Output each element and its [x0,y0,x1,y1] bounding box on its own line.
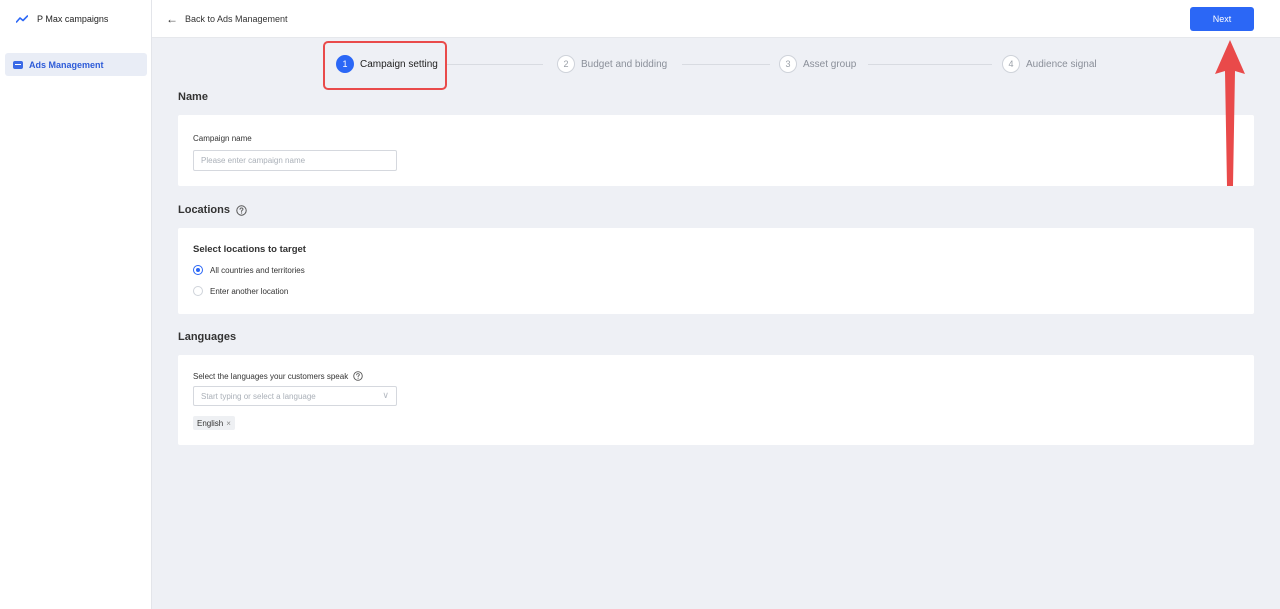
sidebar-item-label: Ads Management [29,59,104,70]
step-label: Audience signal [1026,58,1097,70]
radio-button[interactable] [193,286,203,296]
close-icon[interactable]: × [226,419,231,428]
languages-card: Select the languages your customers spea… [178,355,1254,445]
campaign-name-input[interactable] [193,150,397,171]
radio-all-countries[interactable]: All countries and territories [193,265,305,275]
section-title-text: Languages [178,331,237,343]
language-select-placeholder: Start typing or select a language [201,391,316,401]
radio-label: All countries and territories [210,265,305,275]
step-label: Asset group [803,58,857,70]
language-select[interactable]: Start typing or select a language ∨ [193,386,397,406]
radio-enter-another-location[interactable]: Enter another location [193,286,288,296]
sidebar: P Max campaigns Ads Management [0,0,152,609]
language-tag-english: English × [193,416,235,430]
step-label: Campaign setting [360,58,438,70]
step-connector [445,64,543,65]
step-budget-and-bidding[interactable]: 2 Budget and bidding [557,55,667,73]
trend-line-icon [16,15,28,23]
section-title-text: Locations [178,204,230,216]
next-button[interactable]: Next [1190,7,1254,31]
radio-label: Enter another location [210,286,289,296]
stepper: 1 Campaign setting 2 Budget and bidding … [152,38,1280,90]
step-campaign-setting[interactable]: 1 Campaign setting [336,55,438,73]
section-title-name: Name [178,91,208,103]
step-number: 4 [1002,55,1020,73]
step-asset-group[interactable]: 3 Asset group [779,55,856,73]
step-number: 1 [336,55,354,73]
sidebar-item-ads-management[interactable]: Ads Management [5,53,147,76]
back-link[interactable]: ← Back to Ads Management [166,0,288,38]
back-label: Back to Ads Management [185,14,288,24]
brand[interactable]: P Max campaigns [0,0,151,38]
chevron-down-icon: ∨ [382,390,389,400]
arrow-left-icon: ← [166,12,178,26]
languages-label-row: Select the languages your customers spea… [193,371,363,381]
section-title-locations: Locations [178,204,247,216]
locations-card: Select locations to target All countries… [178,228,1254,314]
section-title-languages: Languages [178,331,236,343]
step-label: Budget and bidding [581,58,668,70]
step-number: 2 [557,55,575,73]
section-title-text: Name [178,91,208,103]
question-circle-icon[interactable] [353,371,363,381]
step-connector [868,64,992,65]
radio-button[interactable] [193,265,203,275]
locations-subtitle: Select locations to target [193,244,306,255]
tag-label: English [197,418,224,428]
campaign-name-label: Campaign name [193,134,252,143]
brand-label: P Max campaigns [37,14,109,24]
languages-label: Select the languages your customers spea… [193,371,349,381]
step-audience-signal[interactable]: 4 Audience signal [1002,55,1097,73]
step-connector [682,64,770,65]
topbar: ← Back to Ads Management Next [152,0,1280,38]
name-card: Campaign name [178,115,1254,186]
step-number: 3 [779,55,797,73]
question-circle-icon[interactable] [236,204,247,216]
ads-icon [13,60,23,69]
